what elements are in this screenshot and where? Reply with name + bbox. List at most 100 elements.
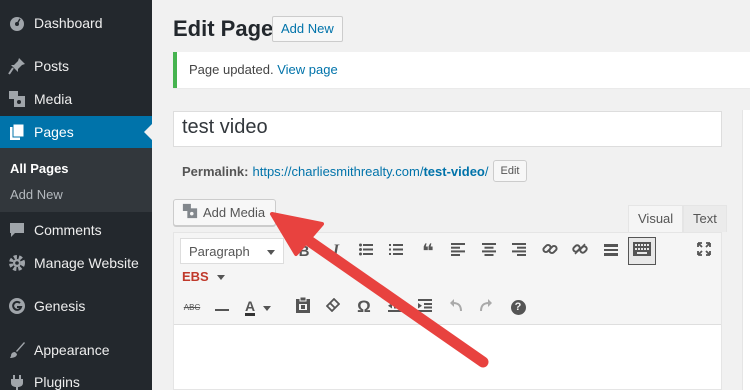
view-page-link[interactable]: View page	[277, 62, 337, 77]
plugin-icon	[7, 372, 27, 390]
notice-text: Page updated.	[189, 62, 274, 77]
undo-button[interactable]	[442, 293, 470, 321]
pages-submenu: All Pages Add New	[0, 148, 152, 212]
toolbar-toggle-button[interactable]	[628, 237, 656, 265]
content-editor[interactable]: Paragraph B I ❝ EBS ABC A Ω ?	[173, 232, 722, 390]
italic-button[interactable]: I	[322, 237, 350, 265]
align-center-icon	[482, 242, 496, 260]
clipboard-icon	[296, 296, 310, 317]
special-character-button[interactable]: Ω	[350, 293, 378, 321]
sidebar-item-label: Posts	[34, 58, 70, 74]
paste-text-button[interactable]	[289, 293, 317, 321]
permalink-label: Permalink:	[182, 163, 249, 179]
sidebar-item-label: Genesis	[34, 298, 86, 314]
sidebar-item-label: Manage Website	[34, 255, 139, 271]
dashboard-icon	[7, 13, 27, 33]
ebs-label: EBS	[182, 269, 209, 284]
indent-button[interactable]	[411, 293, 439, 321]
add-media-label: Add Media	[203, 205, 266, 220]
tab-text[interactable]: Text	[683, 205, 727, 232]
numbered-list-button[interactable]	[382, 237, 410, 265]
align-left-button[interactable]	[444, 237, 472, 265]
horizontal-line-icon	[215, 299, 229, 316]
align-left-icon	[451, 242, 465, 260]
add-media-button[interactable]: Add Media	[173, 199, 277, 226]
remove-link-button[interactable]	[566, 237, 594, 265]
text-color-button[interactable]: A	[238, 293, 278, 321]
media-icon	[7, 89, 27, 109]
permalink-row: Permalink: https://charliesmithrealty.co…	[182, 160, 528, 182]
tab-visual[interactable]: Visual	[628, 205, 684, 232]
update-notice: Page updated. View page	[173, 52, 750, 88]
text-color-glyph: A	[244, 297, 256, 316]
strikethrough-button[interactable]: ABC	[178, 293, 206, 321]
fullscreen-icon	[697, 242, 711, 260]
outdent-icon	[388, 298, 402, 316]
sidebar-item-plugins[interactable]: Plugins	[0, 366, 152, 390]
permalink-link[interactable]: https://charliesmithrealty.com/test-vide…	[252, 164, 488, 179]
numbered-list-icon	[389, 243, 403, 260]
unlink-icon	[572, 241, 588, 261]
insert-link-button[interactable]	[536, 237, 564, 265]
bullet-list-button[interactable]	[352, 237, 380, 265]
eraser-icon	[325, 297, 341, 316]
clear-formatting-button[interactable]	[319, 293, 347, 321]
edit-permalink-button[interactable]: Edit	[492, 160, 528, 182]
redo-button[interactable]	[472, 293, 500, 321]
redo-icon	[479, 298, 493, 316]
submenu-add-new[interactable]: Add New	[10, 187, 63, 202]
permalink-end: /	[484, 163, 489, 179]
sidebar-item-dashboard[interactable]: Dashboard	[0, 7, 152, 39]
link-icon	[542, 241, 558, 261]
sidebar-item-appearance[interactable]: Appearance	[0, 334, 152, 366]
comment-icon	[7, 220, 27, 240]
sidebar-item-label: Comments	[34, 222, 102, 238]
help-button[interactable]: ?	[504, 293, 532, 321]
fullscreen-button[interactable]	[690, 237, 718, 265]
read-more-icon	[604, 243, 618, 260]
sidebar-item-label: Dashboard	[34, 15, 103, 31]
sidebar-item-label: Appearance	[34, 342, 110, 358]
submenu-all-pages[interactable]: All Pages	[10, 161, 69, 176]
editor-toolbar: Paragraph B I ❝ EBS ABC A Ω ?	[174, 233, 721, 325]
bold-button[interactable]: B	[290, 237, 318, 265]
format-select[interactable]: Paragraph	[180, 238, 284, 264]
chevron-down-icon	[216, 269, 225, 284]
add-new-button[interactable]: Add New	[272, 16, 343, 42]
page-title: Edit Page	[173, 16, 274, 41]
gear-icon	[7, 253, 27, 273]
indent-icon	[418, 298, 432, 316]
chevron-down-icon	[267, 244, 275, 259]
sidebar-item-label: Pages	[34, 124, 74, 140]
keyboard-icon	[633, 242, 651, 260]
bullet-list-icon	[359, 243, 373, 260]
sidebar-item-posts[interactable]: Posts	[0, 50, 152, 82]
help-icon: ?	[510, 299, 526, 315]
align-right-icon	[512, 242, 526, 260]
sidebar-item-manage-website[interactable]: Manage Website	[0, 247, 152, 279]
read-more-button[interactable]	[597, 237, 625, 265]
sidebar-item-media[interactable]: Media	[0, 83, 152, 115]
blockquote-button[interactable]: ❝	[414, 237, 442, 265]
ebs-shortcode-button[interactable]: EBS	[182, 269, 225, 284]
undo-icon	[449, 298, 463, 316]
permalink-base: https://charliesmithrealty.com/	[252, 163, 424, 179]
sidebar-item-label: Media	[34, 91, 73, 107]
media-icon	[182, 203, 198, 222]
sidebar-item-label: Plugins	[34, 374, 80, 390]
sidebar-item-comments[interactable]: Comments	[0, 214, 152, 246]
horizontal-line-button[interactable]	[208, 293, 236, 321]
format-select-value: Paragraph	[189, 243, 250, 259]
pin-icon	[7, 56, 27, 76]
align-right-button[interactable]	[505, 237, 533, 265]
post-title-input[interactable]: test video	[173, 111, 722, 147]
outdent-button[interactable]	[381, 293, 409, 321]
align-center-button[interactable]	[475, 237, 503, 265]
publish-panel-edge	[742, 110, 750, 390]
sidebar-item-genesis[interactable]: Genesis	[0, 290, 152, 322]
sidebar-item-pages[interactable]: Pages	[0, 116, 152, 148]
brush-icon	[7, 340, 27, 360]
permalink-slug: test-video	[423, 163, 485, 179]
genesis-icon	[7, 296, 27, 316]
admin-sidebar: Dashboard Posts Media Pages All Pages Ad…	[0, 0, 152, 390]
